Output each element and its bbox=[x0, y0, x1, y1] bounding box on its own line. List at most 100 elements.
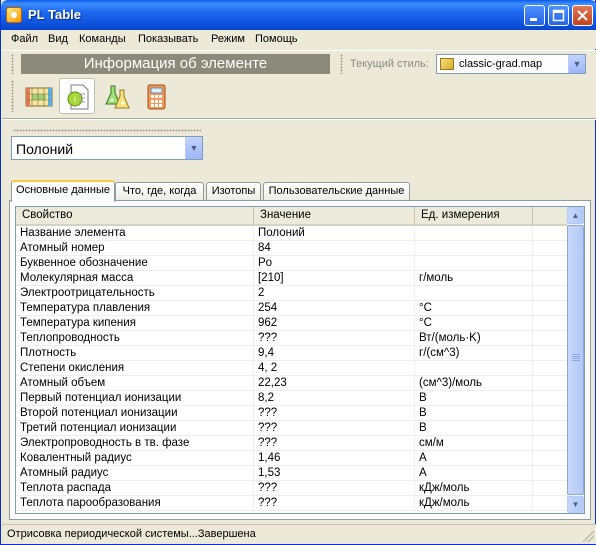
panel-grip[interactable] bbox=[13, 129, 201, 132]
table-row[interactable]: Первый потенциал ионизации 8,2 В bbox=[16, 391, 568, 406]
element-select[interactable]: Полоний ▼ bbox=[11, 136, 203, 160]
style-select[interactable]: classic-grad.map ▼ bbox=[436, 54, 586, 74]
unit-cell: °C bbox=[415, 301, 533, 316]
property-cell: Температура плавления bbox=[16, 301, 254, 316]
menu-mode[interactable]: Режим bbox=[211, 33, 245, 45]
close-button[interactable] bbox=[572, 5, 593, 26]
property-cell: Название элемента bbox=[16, 226, 254, 241]
empty-cell bbox=[533, 376, 568, 391]
periodic-table-button[interactable] bbox=[20, 78, 56, 114]
table-row[interactable]: Название элемента Полоний bbox=[16, 226, 568, 241]
unit-cell: г/моль bbox=[415, 271, 533, 286]
table-row[interactable]: Буквенное обозначение Po bbox=[16, 256, 568, 271]
empty-cell bbox=[533, 436, 568, 451]
toolbar-grip[interactable] bbox=[11, 54, 14, 74]
table-row[interactable]: Электропроводность в тв. фазе??? см/м bbox=[16, 436, 568, 451]
table-row[interactable]: Теплота парообразования??? кДж/моль bbox=[16, 496, 568, 511]
element-info-button[interactable]: i bbox=[59, 78, 95, 114]
table-row[interactable]: Атомный радиус 1,53 A bbox=[16, 466, 568, 481]
maximize-icon bbox=[552, 9, 565, 22]
toolbar-grip[interactable] bbox=[11, 80, 14, 112]
maximize-button[interactable] bbox=[548, 5, 569, 26]
value-cell: 2 bbox=[254, 286, 415, 301]
table-row[interactable]: Третий потенциал ионизации??? В bbox=[16, 421, 568, 436]
tab-what-where-when[interactable]: Что, где, когда bbox=[115, 182, 204, 201]
table-row[interactable]: Плотность 9,4 г/(см^3) bbox=[16, 346, 568, 361]
menu-help[interactable]: Помощь bbox=[255, 33, 298, 45]
table-row[interactable]: Температура плавления 254 °C bbox=[16, 301, 568, 316]
value-cell: ??? bbox=[254, 406, 415, 421]
table-row[interactable]: Электроотрицательность 2 bbox=[16, 286, 568, 301]
table-row[interactable]: Ковалентный радиус 1,46 A bbox=[16, 451, 568, 466]
value-cell: ??? bbox=[254, 436, 415, 451]
empty-cell bbox=[533, 301, 568, 316]
table-row[interactable]: Степени окисления 4, 2 bbox=[16, 361, 568, 376]
close-icon bbox=[577, 10, 588, 21]
calculator-button[interactable] bbox=[137, 78, 173, 114]
status-bar: Отрисовка периодической системы...Заверш… bbox=[2, 524, 596, 544]
value-cell: 962 bbox=[254, 316, 415, 331]
unit-cell bbox=[415, 286, 533, 301]
minimize-icon bbox=[530, 18, 537, 21]
property-cell: Первый потенциал ионизации bbox=[16, 391, 254, 406]
unit-cell bbox=[415, 226, 533, 241]
value-cell: ??? bbox=[254, 421, 415, 436]
element-select-value: Полоний bbox=[16, 141, 74, 157]
unit-cell bbox=[415, 256, 533, 271]
value-cell: 1,46 bbox=[254, 451, 415, 466]
chevron-down-icon[interactable]: ▼ bbox=[185, 137, 202, 159]
table-row[interactable]: Молекулярная масса [210] г/моль bbox=[16, 271, 568, 286]
property-cell: Буквенное обозначение bbox=[16, 256, 254, 271]
empty-cell bbox=[533, 466, 568, 481]
toolbar-area: Информация об элементе Текущий стиль: cl… bbox=[2, 50, 596, 118]
chemistry-button[interactable] bbox=[98, 78, 134, 114]
menu-view[interactable]: Вид bbox=[48, 33, 68, 45]
resize-grip-icon[interactable] bbox=[582, 530, 594, 542]
table-row[interactable]: Теплопроводность??? Вт/(моль·K) bbox=[16, 331, 568, 346]
menu-show[interactable]: Показывать bbox=[138, 33, 198, 45]
vertical-scrollbar[interactable]: ▲ ▼ bbox=[567, 207, 584, 513]
table-row[interactable]: Температура кипения 962 °C bbox=[16, 316, 568, 331]
tab-user-data[interactable]: Пользовательские данные bbox=[263, 182, 410, 201]
property-cell: Молекулярная масса bbox=[16, 271, 254, 286]
property-cell: Степени окисления bbox=[16, 361, 254, 376]
table-row[interactable]: Теплота распада??? кДж/моль bbox=[16, 481, 568, 496]
empty-cell bbox=[533, 331, 568, 346]
column-header-unit[interactable]: Ед. измерения bbox=[415, 207, 533, 224]
toolbar-grip[interactable] bbox=[340, 54, 343, 74]
unit-cell: см/м bbox=[415, 436, 533, 451]
column-header-property[interactable]: Свойство bbox=[16, 207, 254, 224]
table-row[interactable]: Второй потенциал ионизации??? В bbox=[16, 406, 568, 421]
property-cell: Плотность bbox=[16, 346, 254, 361]
column-header-value[interactable]: Значение bbox=[254, 207, 415, 224]
tab-basic-data[interactable]: Основные данные bbox=[11, 180, 115, 202]
svg-text:i: i bbox=[74, 95, 76, 104]
table-header: Свойство Значение Ед. измерения bbox=[16, 207, 568, 226]
chevron-down-icon[interactable]: ▼ bbox=[568, 55, 585, 73]
scroll-down-button[interactable]: ▼ bbox=[567, 496, 584, 513]
window-title: PL Table bbox=[28, 7, 81, 22]
menu-file[interactable]: Файл bbox=[11, 33, 38, 45]
value-cell: ??? bbox=[254, 331, 415, 346]
value-cell: ??? bbox=[254, 496, 415, 511]
property-cell: Теплота парообразования bbox=[16, 496, 254, 511]
scroll-up-button[interactable]: ▲ bbox=[567, 207, 584, 224]
unit-cell: Вт/(моль·K) bbox=[415, 331, 533, 346]
property-cell: Третий потенциал ионизации bbox=[16, 421, 254, 436]
tab-isotopes[interactable]: Изотопы bbox=[206, 182, 261, 201]
scroll-thumb[interactable] bbox=[567, 225, 584, 495]
table-row[interactable]: Атомный номер 84 bbox=[16, 241, 568, 256]
title-bar[interactable]: PL Table bbox=[1, 0, 596, 30]
empty-cell bbox=[533, 346, 568, 361]
empty-cell bbox=[533, 496, 568, 511]
value-cell: 9,4 bbox=[254, 346, 415, 361]
menu-commands[interactable]: Команды bbox=[79, 33, 126, 45]
minimize-button[interactable] bbox=[524, 5, 545, 26]
empty-cell bbox=[533, 226, 568, 241]
unit-cell: В bbox=[415, 421, 533, 436]
table-row[interactable]: Атомный объем 22,23 (см^3)/моль bbox=[16, 376, 568, 391]
app-icon bbox=[6, 7, 22, 23]
style-label: Текущий стиль: bbox=[350, 58, 429, 70]
empty-cell bbox=[533, 256, 568, 271]
tab-panel: Свойство Значение Ед. измерения Название… bbox=[9, 200, 591, 520]
